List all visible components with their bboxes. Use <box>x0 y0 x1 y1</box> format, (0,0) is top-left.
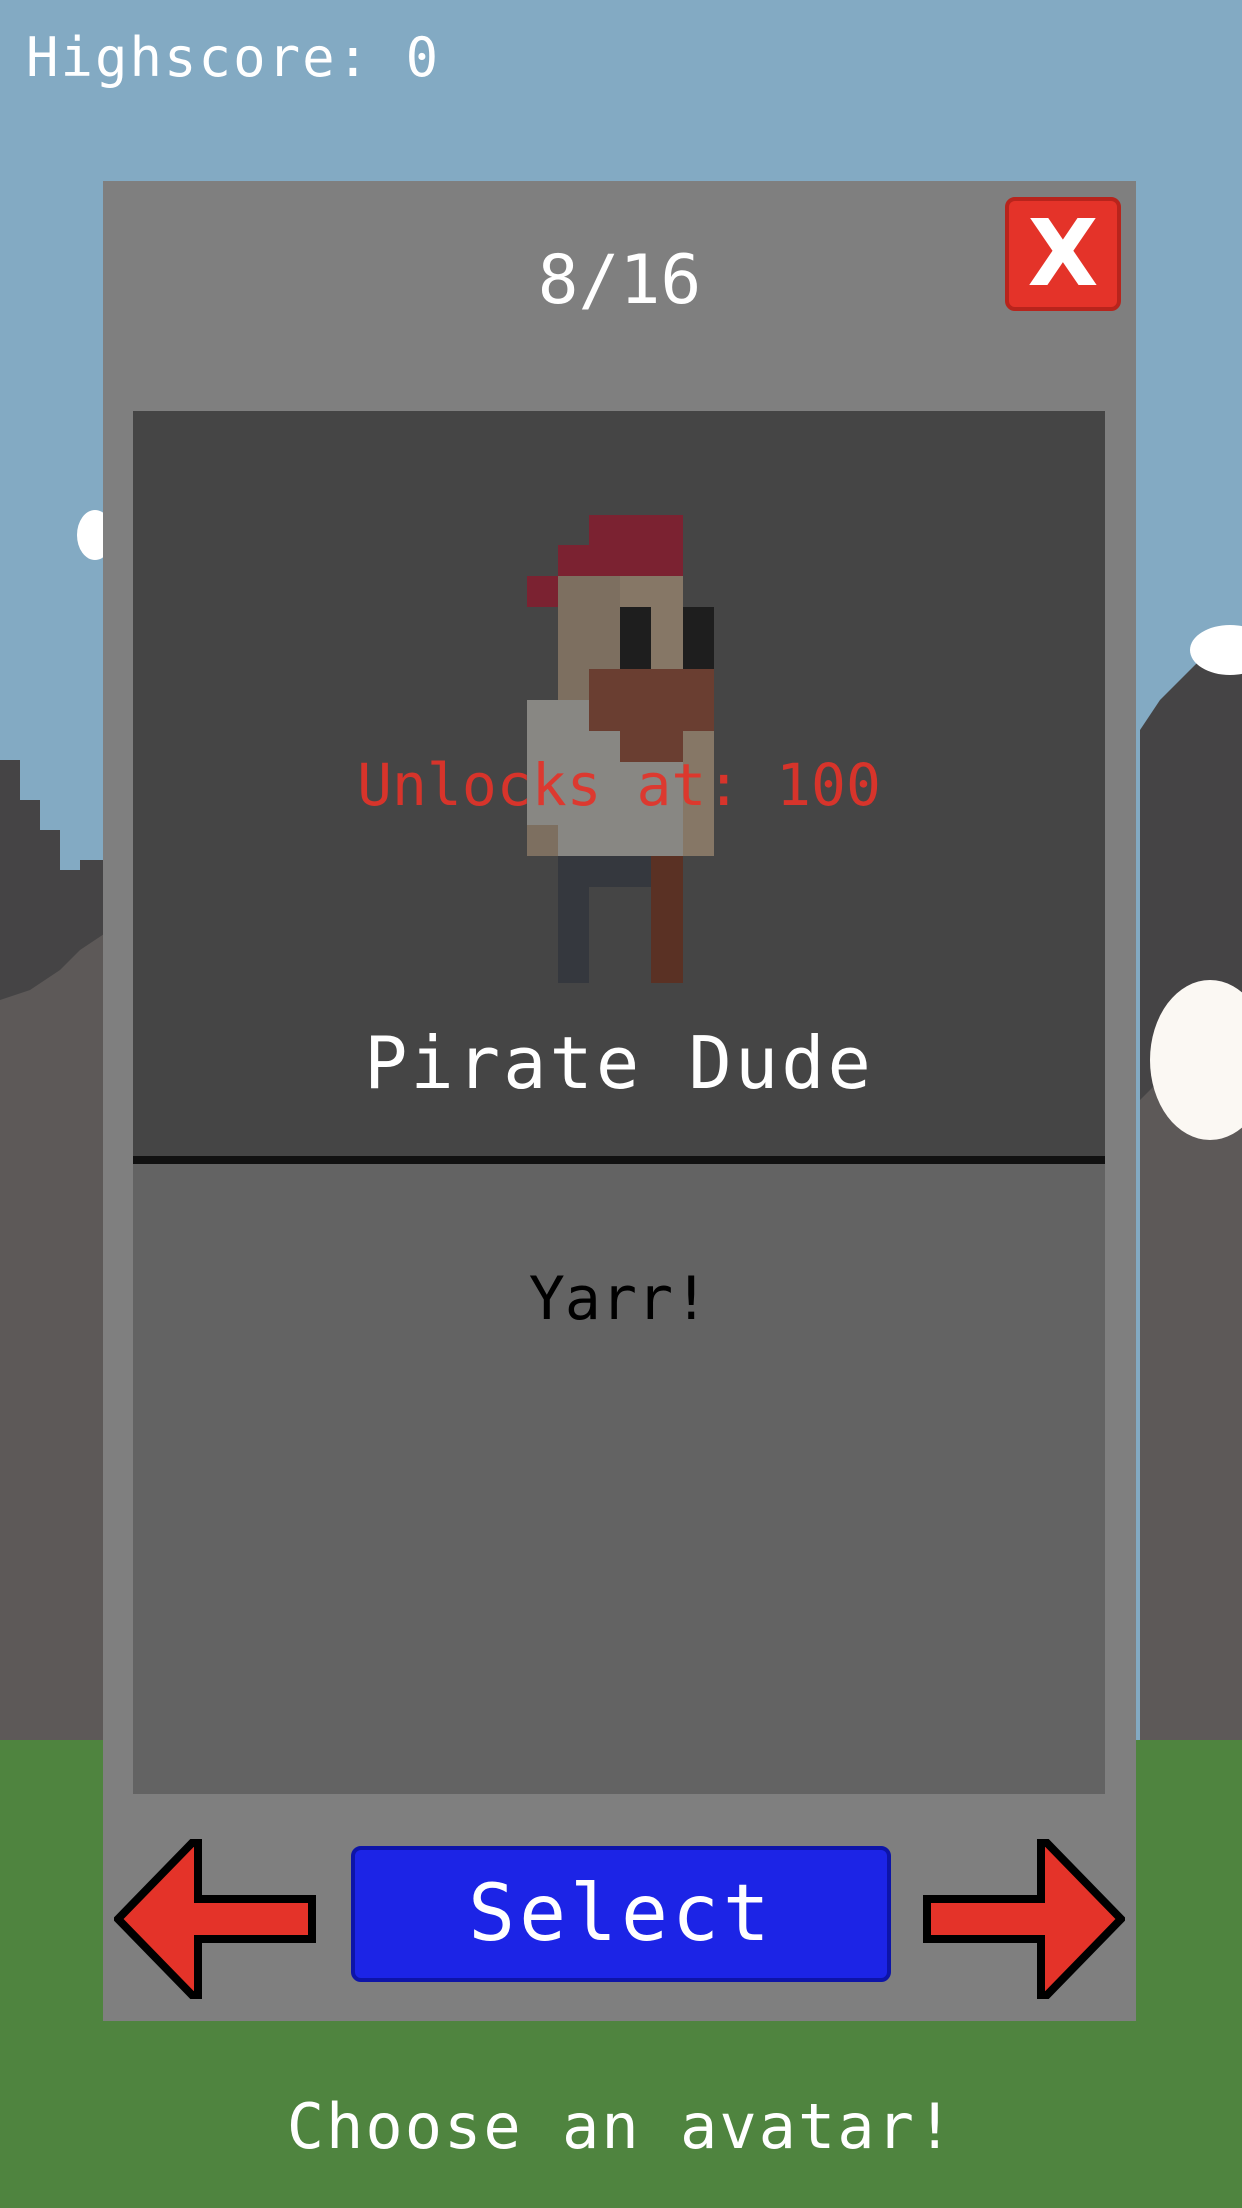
avatar-picker-panel: 8/16 X Unlocks at: 100 Pirate Dude Yarr!… <box>103 181 1136 2021</box>
close-icon: X <box>1027 200 1099 307</box>
avatar-name: Pirate Dude <box>364 1021 874 1105</box>
avatar-description: Yarr! <box>528 1264 710 1334</box>
avatar-preview: Unlocks at: 100 Pirate Dude <box>133 411 1105 1164</box>
unlock-requirement: Unlocks at: 100 <box>357 751 881 819</box>
avatar-sprite <box>527 515 714 983</box>
arrow-right-icon[interactable] <box>923 1837 1125 2001</box>
highscore-label: Highscore: 0 <box>26 26 441 89</box>
choose-avatar-prompt: Choose an avatar! <box>286 2090 956 2163</box>
avatar-counter: 8/16 <box>537 241 702 320</box>
arrow-left-icon[interactable] <box>114 1837 316 2001</box>
avatar-description-box: Yarr! <box>133 1164 1105 1794</box>
close-button[interactable]: X <box>1005 197 1121 311</box>
select-button[interactable]: Select <box>351 1846 891 1982</box>
